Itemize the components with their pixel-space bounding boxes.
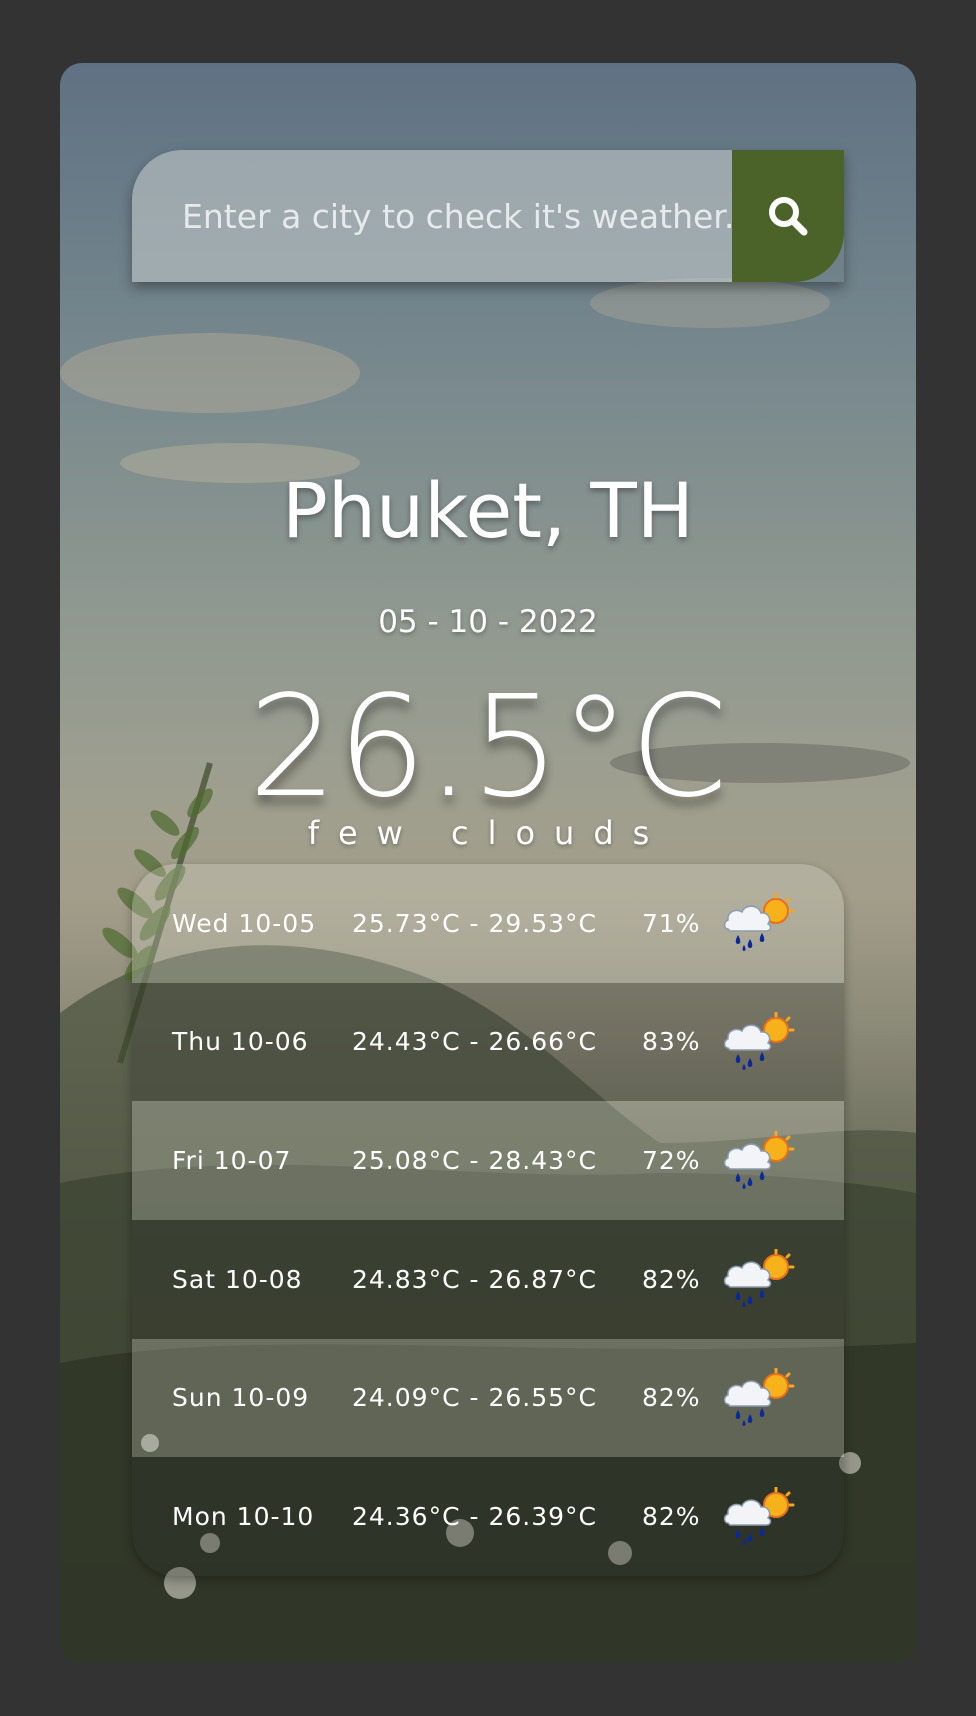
- rain-sun-icon: [722, 1248, 796, 1309]
- current-temperature: 26.5°C: [248, 666, 728, 829]
- forecast-range: 24.43°C - 26.66°C: [352, 1027, 597, 1057]
- rain-sun-icon: [722, 1011, 796, 1072]
- forecast-day: Fri 10-07: [172, 1146, 292, 1176]
- rain-sun-icon: [722, 1130, 796, 1191]
- forecast-range: 25.73°C - 29.53°C: [352, 908, 597, 938]
- forecast-humidity: 82%: [642, 1264, 701, 1294]
- rain-sun-icon: [722, 1367, 796, 1428]
- search-bar: [132, 150, 844, 282]
- forecast-range: 24.83°C - 26.87°C: [352, 1264, 597, 1294]
- forecast-humidity: 82%: [642, 1383, 701, 1413]
- forecast-day: Sun 10-09: [172, 1383, 310, 1413]
- forecast-row: Wed 10-05 25.73°C - 29.53°C 71%: [132, 864, 844, 983]
- forecast-humidity: 82%: [642, 1502, 701, 1532]
- weather-card: Phuket, TH 05 - 10 - 2022 26.5°C few clo…: [60, 63, 916, 1663]
- forecast-row: Sat 10-08 24.83°C - 26.87°C 82%: [132, 1219, 844, 1339]
- forecast-humidity: 83%: [642, 1027, 701, 1057]
- forecast-row: Fri 10-07 25.08°C - 28.43°C 72%: [132, 1101, 844, 1220]
- forecast-humidity: 72%: [642, 1146, 701, 1176]
- forecast-range: 25.08°C - 28.43°C: [352, 1146, 597, 1176]
- search-input[interactable]: [132, 150, 732, 282]
- forecast-list: Wed 10-05 25.73°C - 29.53°C 71% Thu 10-0…: [132, 864, 844, 1576]
- city-name: Phuket, TH: [282, 466, 694, 555]
- forecast-row: Sun 10-09 24.09°C - 26.55°C 82%: [132, 1338, 844, 1458]
- rain-sun-icon: [722, 1486, 796, 1547]
- forecast-day: Wed 10-05: [172, 908, 317, 938]
- forecast-range: 24.09°C - 26.55°C: [352, 1383, 597, 1413]
- weather-description: few clouds: [307, 814, 669, 852]
- forecast-range: 24.36°C - 26.39°C: [352, 1502, 597, 1532]
- forecast-day: Thu 10-06: [172, 1027, 309, 1057]
- current-date: 05 - 10 - 2022: [378, 604, 598, 640]
- forecast-humidity: 71%: [642, 908, 701, 938]
- search-icon: [769, 197, 808, 236]
- forecast-row: Thu 10-06 24.43°C - 26.66°C 83%: [132, 982, 844, 1102]
- forecast-day: Mon 10-10: [172, 1502, 315, 1532]
- search-button[interactable]: [732, 150, 844, 282]
- forecast-row: Mon 10-10 24.36°C - 26.39°C 82%: [132, 1457, 844, 1576]
- rain-sun-icon: [722, 892, 796, 953]
- forecast-day: Sat 10-08: [172, 1264, 303, 1294]
